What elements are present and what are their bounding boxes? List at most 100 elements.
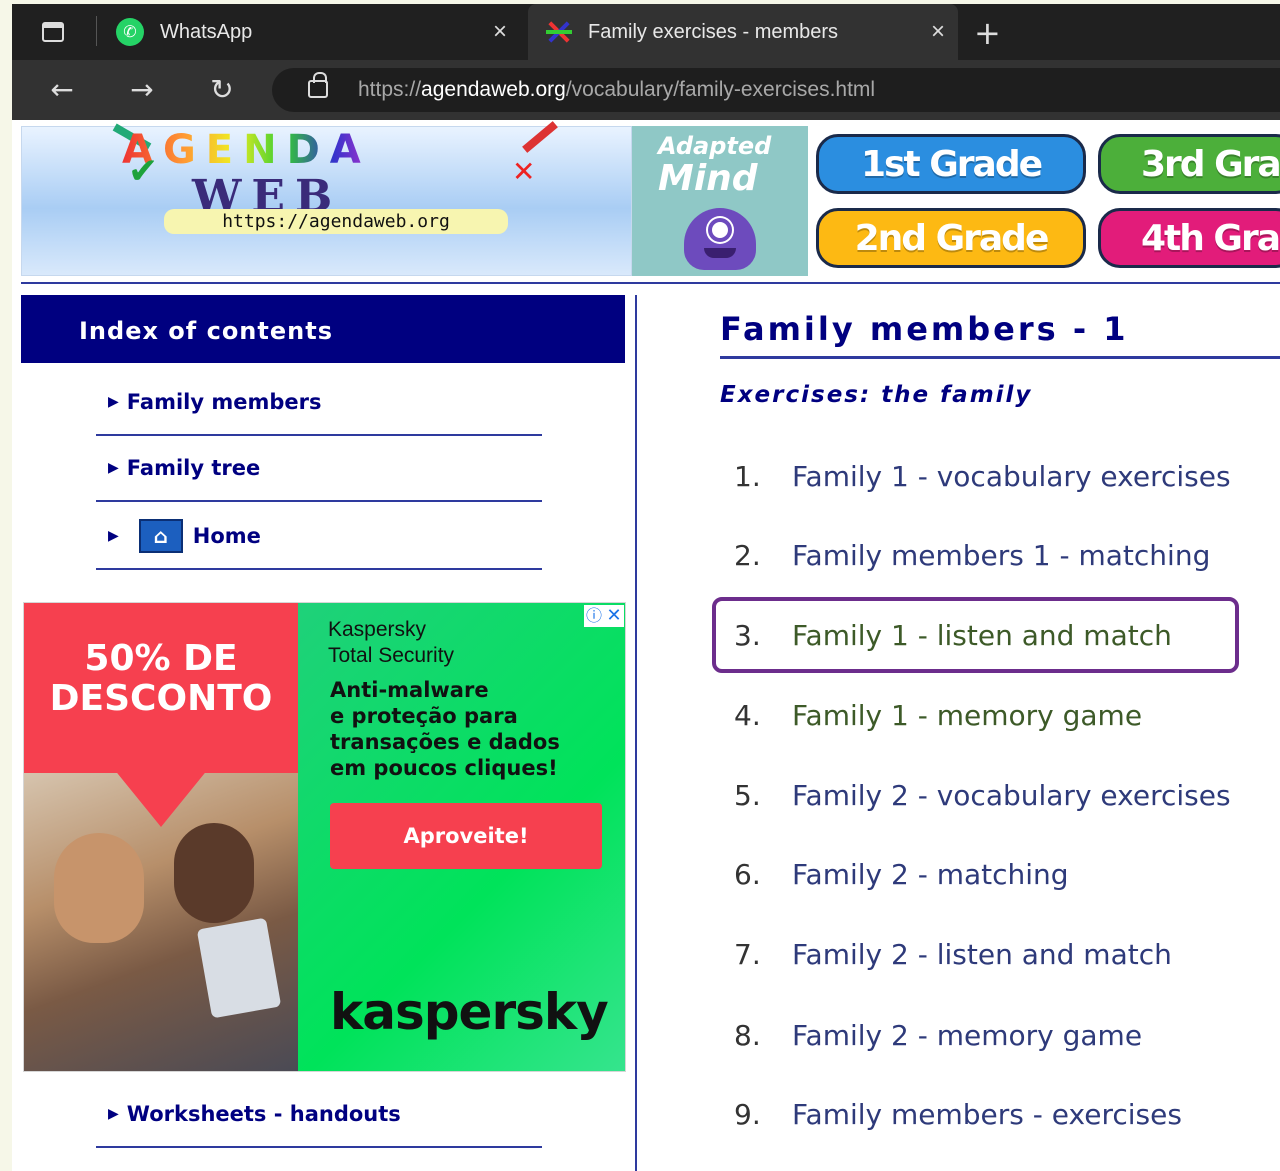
web-page: AGENDA ✔ ✕ WEB https://agendaweb.org Ada…	[12, 120, 1280, 1171]
info-icon[interactable]: ⓘ	[584, 605, 604, 627]
exercise-number: 6.	[734, 857, 761, 891]
header-divider	[21, 282, 1280, 284]
close-icon[interactable]: ×	[480, 18, 520, 46]
exercise-link[interactable]: Family 1 - vocabulary exercises	[792, 460, 1231, 493]
monster-mouth	[704, 248, 736, 258]
exercise-link[interactable]: Family 2 - vocabulary exercises	[792, 779, 1231, 812]
ad-discount: 50% DE DESCONTO	[49, 638, 273, 719]
sidebar-item-label: Home	[192, 524, 261, 548]
ad-brand-line2: Mind	[658, 158, 758, 199]
exercise-number: 2.	[734, 538, 761, 572]
triangle-right-icon: ▶	[108, 394, 119, 410]
exercise-link[interactable]: Family 1 - memory game	[792, 699, 1142, 732]
sidebar-item-family-tree[interactable]: ▶ Family tree	[96, 436, 542, 502]
sidebar-item-label: Family members	[126, 390, 322, 414]
home-icon: ⌂	[138, 519, 183, 553]
sidebar-item-home[interactable]: ▶ ⌂ Home	[96, 504, 542, 570]
tablet-icon	[196, 917, 282, 1019]
sidebar-item-family-members[interactable]: ▶ Family members	[96, 370, 542, 436]
url-host: agendaweb.org	[421, 78, 566, 101]
url-scheme: https://	[358, 78, 422, 101]
tab-family-exercises[interactable]: Family exercises - members ×	[528, 4, 958, 60]
exercise-link[interactable]: Family 2 - listen and match	[792, 938, 1172, 971]
exercise-item: 6. Family 2 - matching	[734, 854, 1069, 894]
grade-2-button[interactable]: 2nd Grade	[816, 208, 1086, 268]
highlight-annotation	[712, 597, 1239, 673]
sidebar-divider	[635, 295, 637, 1171]
exercise-number: 8.	[734, 1018, 761, 1052]
lock-icon[interactable]	[308, 72, 328, 98]
reload-icon[interactable]: ↻	[204, 72, 240, 108]
logo-agenda-text: AGENDA	[122, 127, 371, 173]
browser-tab-bar: ✆ WhatsApp × Family exercises - members …	[12, 4, 1280, 60]
exercise-item: 1. Family 1 - vocabulary exercises	[734, 456, 1231, 496]
new-tab-plus-icon[interactable]: +	[974, 14, 1001, 52]
ad-tagline-line: em poucos cliques!	[330, 756, 558, 780]
tab-actions-icon[interactable]	[42, 22, 64, 42]
agendaweb-logo[interactable]: AGENDA ✔ ✕ WEB https://agendaweb.org	[21, 121, 632, 276]
exercise-number: 5.	[734, 778, 761, 812]
grade-buttons-ad: 1st Grade 2nd Grade 3rd Gra 4th Gra	[808, 126, 1280, 276]
grade-3-button[interactable]: 3rd Gra	[1098, 134, 1280, 194]
pencil-icon	[522, 121, 558, 153]
triangle-right-icon: ▶	[108, 528, 119, 544]
exercise-number: 1.	[734, 459, 761, 493]
exercise-number: 7.	[734, 937, 761, 971]
url-field[interactable]: https://agendaweb.org/vocabulary/family-…	[272, 68, 1280, 112]
exercise-item: 5. Family 2 - vocabulary exercises	[734, 775, 1231, 815]
close-icon[interactable]: ✕	[604, 605, 624, 627]
grade-4-button[interactable]: 4th Gra	[1098, 208, 1280, 268]
whatsapp-icon: ✆	[116, 18, 144, 46]
tab-title: WhatsApp	[160, 20, 253, 43]
ad-brand-line: Kaspersky	[328, 618, 427, 641]
sidebar-item-label: Worksheets - handouts	[126, 1102, 401, 1126]
tab-whatsapp[interactable]: ✆ WhatsApp ×	[106, 4, 520, 60]
monster-mascot-icon	[684, 208, 756, 270]
ad-photo-person	[54, 833, 144, 943]
kaspersky-logo: kaspersky	[330, 983, 609, 1041]
ad-tagline-line: Anti-malware	[330, 678, 489, 702]
check-icon: ✔	[128, 151, 159, 192]
exercise-number: 9.	[734, 1097, 761, 1131]
exercise-item: 8. Family 2 - memory game	[734, 1015, 1142, 1055]
exercise-item: 7. Family 2 - listen and match	[734, 934, 1172, 974]
url-path: /vocabulary/family-exercises.html	[565, 78, 876, 101]
kaspersky-ad[interactable]: 50% DE DESCONTO Kaspersky Total Security…	[23, 602, 626, 1072]
ad-choices: ⓘ ✕	[584, 605, 624, 627]
logo-url: https://agendaweb.org	[164, 209, 508, 234]
exercise-number: 4.	[734, 698, 761, 732]
page-subtitle: Exercises: the family	[720, 382, 1033, 408]
grade-1-button[interactable]: 1st Grade	[816, 134, 1086, 194]
ad-brand-line: Total Security	[328, 644, 455, 667]
sidebar-item-worksheets[interactable]: ▶ Worksheets - handouts	[96, 1082, 542, 1148]
back-arrow-icon[interactable]: ←	[44, 72, 80, 108]
exercise-link[interactable]: Family 2 - memory game	[792, 1019, 1142, 1052]
ad-tagline-line: e proteção para	[330, 704, 518, 728]
triangle-right-icon: ▶	[108, 460, 119, 476]
ad-photo-person	[174, 823, 254, 923]
sidebar-heading: Index of contents	[21, 295, 625, 363]
forward-arrow-icon[interactable]: →	[124, 72, 160, 108]
title-underline	[720, 356, 1280, 359]
ad-cta-button[interactable]: Aproveite!	[330, 803, 602, 869]
close-icon[interactable]: ×	[918, 18, 958, 46]
cross-icon: ✕	[512, 155, 536, 188]
tab-separator	[96, 16, 97, 46]
ad-brand-line1: Adapted	[658, 132, 772, 160]
ad-right-panel: Kaspersky Total Security Anti-malware e …	[298, 603, 625, 1071]
ad-tagline: Anti-malware e proteção para transações …	[330, 677, 560, 781]
agendaweb-favicon	[544, 17, 574, 47]
ad-photo	[24, 773, 298, 1071]
exercise-item: 4. Family 1 - memory game	[734, 695, 1142, 735]
exercise-link[interactable]: Family members - exercises	[792, 1098, 1182, 1131]
page-title: Family members - 1	[720, 310, 1129, 348]
sidebar-item-label: Family tree	[126, 456, 261, 480]
exercise-link[interactable]: Family members 1 - matching	[792, 539, 1210, 572]
exercise-link[interactable]: Family 2 - matching	[792, 858, 1069, 891]
browser-address-bar: ← → ↻ https://agendaweb.org/vocabulary/f…	[12, 60, 1280, 120]
tab-title: Family exercises - members	[588, 20, 839, 43]
exercise-item: 9. Family members - exercises	[734, 1094, 1182, 1134]
adapted-mind-ad[interactable]: Adapted Mind	[632, 126, 808, 276]
ad-left-panel: 50% DE DESCONTO	[24, 603, 298, 1071]
exercise-item: 2. Family members 1 - matching	[734, 535, 1210, 575]
